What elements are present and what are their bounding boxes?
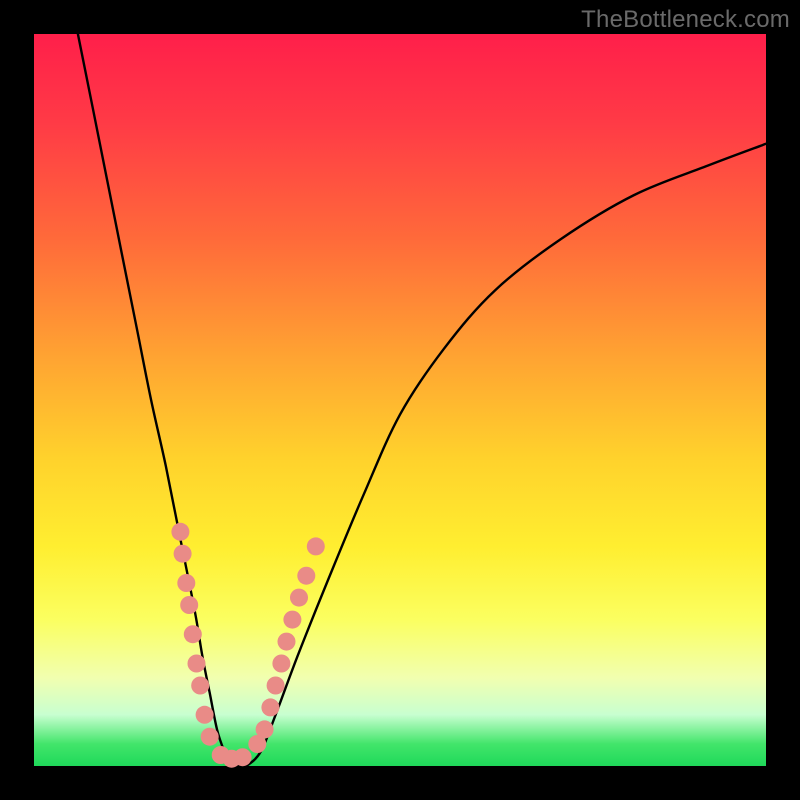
data-marker [256, 720, 274, 738]
data-marker [267, 677, 285, 695]
data-marker [188, 655, 206, 673]
data-marker [196, 706, 214, 724]
data-marker [201, 728, 219, 746]
chart-svg [34, 34, 766, 766]
data-marker [171, 523, 189, 541]
data-marker [272, 655, 290, 673]
data-marker [191, 677, 209, 695]
data-marker [297, 567, 315, 585]
data-marker [283, 611, 301, 629]
bottleneck-curve [78, 34, 766, 767]
watermark-text: TheBottleneck.com [581, 6, 790, 34]
data-marker [174, 545, 192, 563]
chart-frame: TheBottleneck.com [0, 0, 800, 800]
data-marker [278, 633, 296, 651]
data-marker [307, 537, 325, 555]
plot-area [34, 34, 766, 766]
data-marker [234, 748, 252, 766]
data-marker [177, 574, 195, 592]
data-marker [184, 625, 202, 643]
data-marker [261, 698, 279, 716]
data-marker [180, 596, 198, 614]
data-marker [290, 589, 308, 607]
